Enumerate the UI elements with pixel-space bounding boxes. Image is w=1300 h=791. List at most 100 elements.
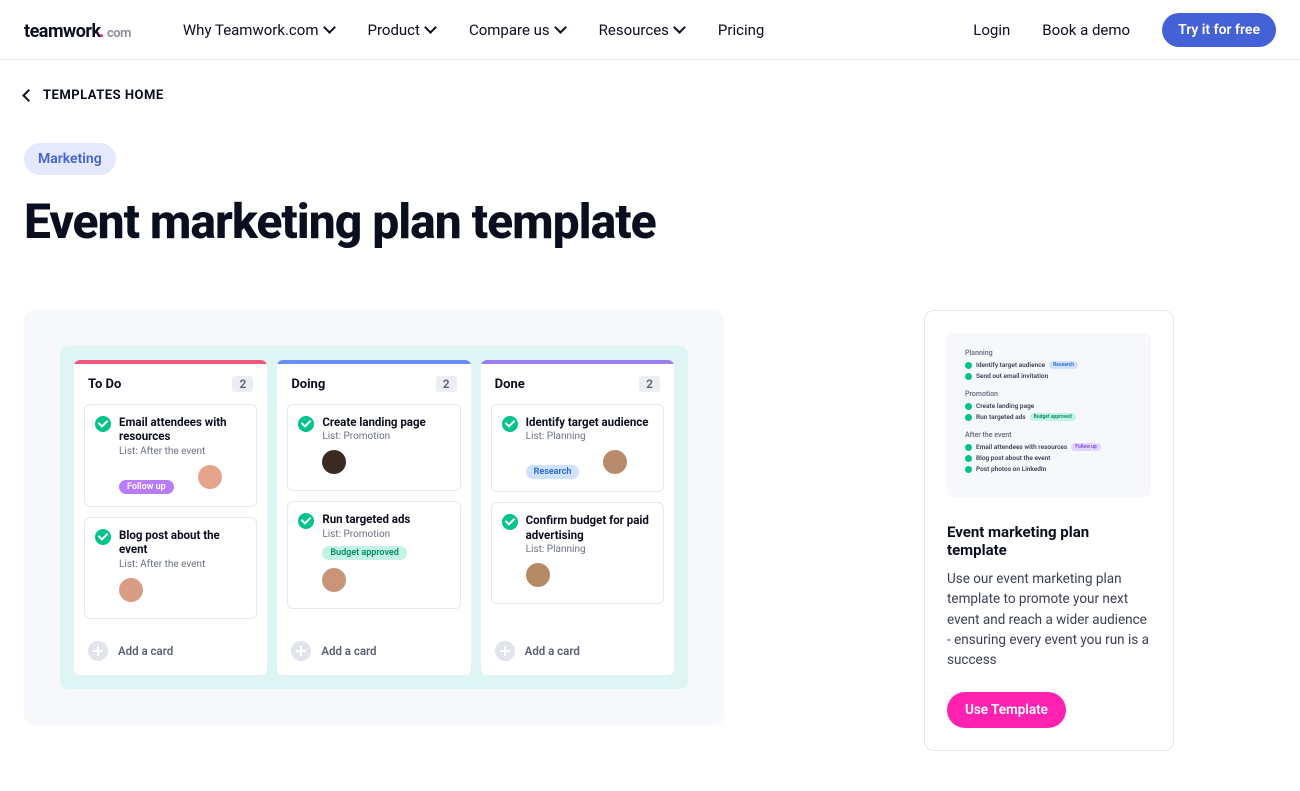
card-tag: Budget approved xyxy=(322,546,407,560)
thumb-section: Promotion Create landing page Run targeted… xyxy=(965,390,1133,421)
logo-com: com xyxy=(107,26,131,41)
thumb-section-label: Promotion xyxy=(965,390,1133,398)
column-header: To Do2 xyxy=(74,364,267,404)
card[interactable]: Email attendees with resourcesList: Afte… xyxy=(84,404,257,507)
check-icon xyxy=(965,444,972,451)
nav-item-why-teamwork-com[interactable]: Why Teamwork.com xyxy=(183,21,334,39)
nav-item-label: Why Teamwork.com xyxy=(183,21,319,39)
card-list: List: After the event xyxy=(119,446,246,457)
nav-item-label: Pricing xyxy=(718,21,764,39)
card-list: List: Planning xyxy=(526,431,649,442)
add-card-button[interactable]: Add a card xyxy=(74,627,267,675)
check-icon xyxy=(965,403,972,410)
avatar xyxy=(198,465,222,489)
avatar xyxy=(603,450,627,474)
check-icon xyxy=(965,414,972,421)
column-count: 2 xyxy=(436,376,457,392)
card-tag: Research xyxy=(526,465,580,479)
breadcrumb[interactable]: TEMPLATES HOME xyxy=(24,88,1276,103)
thumb-section: PlanningIdentify target audienceResearch… xyxy=(965,349,1133,380)
breadcrumb-label: TEMPLATES HOME xyxy=(43,88,164,103)
board-column: Doing 2 Create landing page List: Promotion… xyxy=(277,360,470,675)
cards-list: Identify target audienceList: PlanningRe… xyxy=(481,404,674,627)
nav-item-product[interactable]: Product xyxy=(368,21,435,39)
login-link[interactable]: Login xyxy=(973,21,1010,39)
card-list: List: After the event xyxy=(119,559,246,570)
logo-dot: . xyxy=(99,18,104,42)
card-title: Blog post about the event xyxy=(119,528,246,557)
nav-item-label: Resources xyxy=(599,21,669,39)
card-tag: Follow up xyxy=(119,480,174,494)
thumb-row: Create landing page xyxy=(965,402,1133,410)
avatar xyxy=(322,568,346,592)
check-icon xyxy=(965,455,972,462)
add-card-button[interactable]: Add a card xyxy=(277,627,470,675)
nav-item-resources[interactable]: Resources xyxy=(599,21,684,39)
card-title: Run targeted ads xyxy=(322,512,410,526)
thumb-tag: Follow up xyxy=(1071,443,1101,451)
card[interactable]: Run targeted ads List: Promotion Budget ap… xyxy=(287,501,460,608)
nav-links: Why Teamwork.com Product Compare us Resourc… xyxy=(183,21,764,39)
nav-item-label: Product xyxy=(368,21,420,39)
thumb-preview: PlanningIdentify target audienceResearch… xyxy=(947,333,1151,497)
thumb-row-text: Create landing page xyxy=(976,402,1034,410)
add-card-label: Add a card xyxy=(118,644,173,658)
thumb-row: Email attendees with resourcesFollow up xyxy=(965,443,1133,451)
card-list: List: Promotion xyxy=(322,431,425,442)
column-title: Done xyxy=(495,377,525,392)
plus-icon xyxy=(88,641,108,661)
nav-item-pricing[interactable]: Pricing xyxy=(718,21,764,39)
page-title: Event marketing plan template xyxy=(24,193,1276,250)
side-desc: Use our event marketing plan template to… xyxy=(947,569,1151,670)
add-card-label: Add a card xyxy=(321,644,376,658)
column-header: Done 2 xyxy=(481,364,674,404)
logo[interactable]: teamwork.com xyxy=(24,18,131,42)
column-title: Doing xyxy=(291,377,325,392)
thumb-row: Post photos on LinkedIn xyxy=(965,465,1133,473)
check-icon xyxy=(298,416,314,432)
category-pill[interactable]: Marketing xyxy=(24,143,116,175)
add-card-button[interactable]: Add a card xyxy=(481,627,674,675)
thumb-row: Run targeted adsBudget approved xyxy=(965,413,1133,421)
thumb-row: Identify target audienceResearch xyxy=(965,361,1133,369)
book-demo-link[interactable]: Book a demo xyxy=(1042,21,1130,39)
card[interactable]: Create landing page List: Promotion xyxy=(287,404,460,491)
column-count: 2 xyxy=(639,376,660,392)
logo-text: teamwork xyxy=(24,21,101,42)
use-template-button[interactable]: Use Template xyxy=(947,692,1066,728)
card-list: List: Planning xyxy=(526,544,653,555)
card[interactable]: Confirm budget for paid advertisingList:… xyxy=(491,502,664,604)
card[interactable]: Identify target audienceList: PlanningRe… xyxy=(491,404,664,492)
card-title: Create landing page xyxy=(322,415,425,429)
thumb-row-text: Blog post about the event xyxy=(976,454,1050,462)
avatar xyxy=(119,578,143,602)
avatar xyxy=(322,450,346,474)
side-title: Event marketing plan template xyxy=(947,523,1151,559)
avatar xyxy=(526,563,550,587)
thumb-section: After the event Email attendees with reso… xyxy=(965,431,1133,473)
try-free-button[interactable]: Try it for free xyxy=(1162,13,1276,47)
nav-right: Login Book a demo Try it for free xyxy=(973,13,1276,47)
nav-item-label: Compare us xyxy=(469,21,550,39)
thumb-tag: Research xyxy=(1049,361,1078,369)
nav-item-compare-us[interactable]: Compare us xyxy=(469,21,565,39)
chevron-down-icon xyxy=(673,21,686,34)
check-icon xyxy=(95,529,111,545)
check-icon xyxy=(965,373,972,380)
board-preview: To Do2Email attendees with resourcesList… xyxy=(24,310,724,725)
chevron-down-icon xyxy=(323,21,336,34)
check-icon xyxy=(502,514,518,530)
chevron-left-icon xyxy=(22,89,35,102)
thumb-row-text: Run targeted ads xyxy=(976,413,1026,421)
card[interactable]: Blog post about the event List: After the… xyxy=(84,517,257,619)
thumb-row-text: Send out email invitation xyxy=(976,372,1048,380)
card-list: List: Promotion xyxy=(322,529,410,540)
plus-icon xyxy=(291,641,311,661)
top-nav: teamwork.com Why Teamwork.com Product Comp… xyxy=(0,0,1300,60)
add-card-label: Add a card xyxy=(525,644,580,658)
board-column: Done 2 Identify target audienceList: Plann… xyxy=(481,360,674,675)
chevron-down-icon xyxy=(424,21,437,34)
board-column: To Do2Email attendees with resourcesList… xyxy=(74,360,267,675)
thumb-section-label: After the event xyxy=(965,431,1133,439)
cards-list: Email attendees with resourcesList: Afte… xyxy=(74,404,267,627)
